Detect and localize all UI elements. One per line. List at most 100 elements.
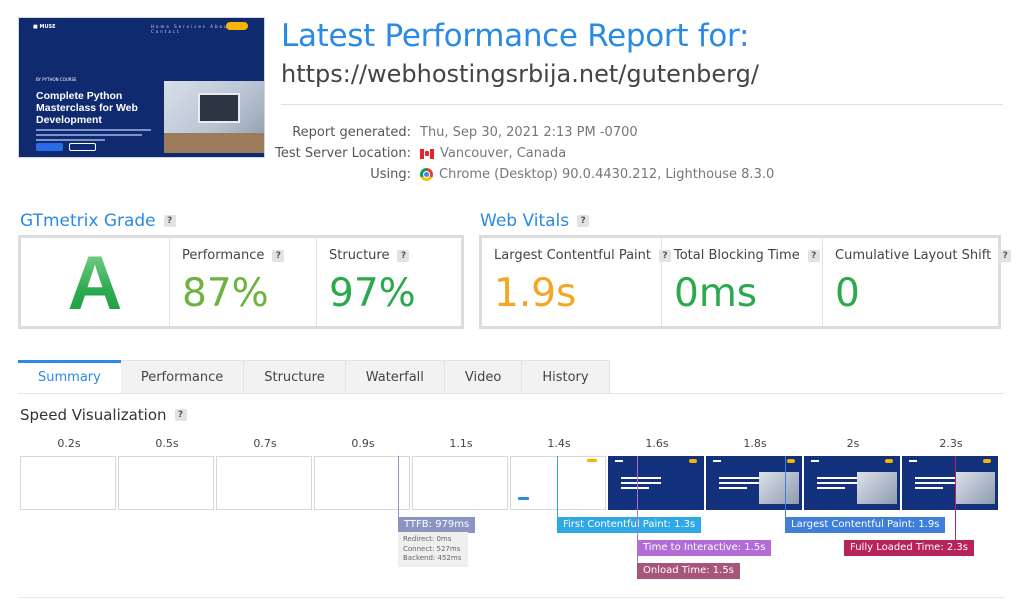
filmstrip-frame[interactable] [902, 456, 998, 510]
help-icon[interactable]: ? [577, 215, 590, 227]
tab-history[interactable]: History [522, 360, 610, 394]
lcp-cell: Largest Contentful Paint? 1.9s [482, 238, 672, 326]
thumbnail-cta-pill [226, 22, 248, 30]
tab-video[interactable]: Video [444, 360, 523, 394]
onload-tag[interactable]: Onload Time: 1.5s [637, 563, 740, 579]
ttfb-breakdown: Redirect: 0ms Connect: 527ms Backend: 45… [398, 532, 468, 567]
time-label: 1.8s [743, 437, 767, 450]
time-label: 2s [846, 437, 860, 450]
grade-letter: A [21, 240, 169, 327]
location-value: Vancouver, Canada [440, 146, 567, 161]
bottom-divider [18, 597, 1004, 598]
web-vitals-box: Largest Contentful Paint? 1.9s Total Blo… [479, 235, 1012, 329]
thumbnail-nav: ■ MUSE Home Services About Contact [19, 18, 264, 34]
location-label: Test Server Location: [275, 146, 411, 161]
header-divider [281, 104, 1003, 105]
generated-value: Thu, Sep 30, 2021 2:13 PM -0700 [420, 125, 638, 140]
performance-label: Performance [182, 248, 265, 263]
generated-label: Report generated: [292, 125, 411, 140]
thumbnail-eyebrow: BY PYTHON COURSE [36, 77, 77, 82]
ttfb-marker-line [398, 456, 399, 518]
tab-structure[interactable]: Structure [244, 360, 346, 394]
using-value: Chrome (Desktop) 90.0.4430.212, Lighthou… [439, 167, 775, 182]
cls-cell: Cumulative Layout Shift? 0 [822, 238, 1012, 326]
filmstrip-frame[interactable] [216, 456, 312, 510]
canada-flag-icon [420, 148, 434, 159]
tti-marker-line [637, 456, 638, 578]
performance-value: 87% [182, 271, 269, 316]
time-label: 1.6s [645, 437, 669, 450]
time-label: 1.4s [547, 437, 571, 450]
speed-visualization-heading: Speed Visualization ? [20, 406, 187, 424]
time-label: 2.3s [939, 437, 963, 450]
report-title: Latest Performance Report for: [281, 18, 750, 54]
help-icon[interactable]: ? [174, 409, 187, 421]
site-screenshot-thumbnail: ■ MUSE Home Services About Contact BY PY… [18, 17, 265, 158]
thumbnail-secondary-button [69, 143, 96, 151]
speed-visualization-title: Speed Visualization [20, 406, 167, 424]
grade-cell: A [21, 238, 169, 326]
tab-performance[interactable]: Performance [120, 360, 245, 394]
tab-summary[interactable]: Summary [18, 360, 121, 394]
tbt-value: 0ms [674, 271, 758, 316]
tab-waterfall[interactable]: Waterfall [345, 360, 445, 394]
tbt-label: Total Blocking Time [674, 248, 800, 263]
thumbnail-primary-button [36, 143, 63, 151]
time-label: 0.7s [253, 437, 277, 450]
thumbnail-body-text [36, 129, 151, 144]
fcp-tag[interactable]: First Contentful Paint: 1.3s [557, 517, 702, 533]
time-label: 1.1s [449, 437, 473, 450]
thumbnail-headline: Complete Python Masterclass for Web Deve… [36, 90, 138, 126]
performance-cell: Performance? 87% [169, 238, 316, 326]
report-url[interactable]: https://webhostingsrbija.net/gutenberg/ [281, 60, 759, 88]
gtmetrix-grade-heading: GTmetrix Grade ? [20, 211, 176, 231]
help-icon[interactable]: ? [272, 249, 285, 262]
thumbnail-logo: ■ MUSE [33, 24, 56, 30]
structure-label: Structure [329, 248, 390, 263]
thumbnail-monitor [198, 93, 240, 123]
cls-label: Cumulative Layout Shift [835, 248, 992, 263]
fully-loaded-marker-line [955, 456, 956, 541]
tbt-cell: Total Blocking Time? 0ms [661, 238, 822, 326]
chrome-icon [420, 168, 433, 181]
filmstrip-frame[interactable] [20, 456, 116, 510]
filmstrip-frame[interactable] [608, 456, 704, 510]
gtmetrix-grade-box: A Performance? 87% Structure? 97% [18, 235, 464, 329]
lcp-value: 1.9s [494, 271, 577, 316]
filmstrip-frame[interactable] [706, 456, 802, 510]
report-meta-labels: Report generated: Test Server Location: … [240, 122, 411, 185]
filmstrip-frame[interactable] [314, 456, 410, 510]
using-label: Using: [370, 167, 411, 182]
fcp-marker-line [557, 456, 558, 518]
help-icon[interactable]: ? [999, 249, 1012, 262]
gtmetrix-grade-title: GTmetrix Grade [20, 211, 156, 231]
web-vitals-title: Web Vitals [480, 211, 570, 231]
tab-divider [18, 393, 1004, 394]
tti-tag[interactable]: Time to Interactive: 1.5s [637, 540, 772, 556]
lcp-marker-line [785, 456, 786, 518]
ttfb-backend: Backend: 452ms [403, 554, 462, 562]
report-meta-values: Thu, Sep 30, 2021 2:13 PM -0700 Vancouve… [420, 122, 774, 185]
help-icon[interactable]: ? [807, 249, 820, 262]
help-icon[interactable]: ? [163, 215, 176, 227]
ttfb-tag[interactable]: TTFB: 979ms [398, 517, 476, 533]
cls-value: 0 [835, 271, 860, 316]
filmstrip-frame[interactable] [412, 456, 508, 510]
time-label: 0.2s [57, 437, 81, 450]
ttfb-connect: Connect: 527ms [403, 544, 461, 553]
structure-value: 97% [329, 271, 416, 316]
report-tabs: Summary Performance Structure Waterfall … [18, 360, 610, 394]
time-label: 0.9s [351, 437, 375, 450]
help-icon[interactable]: ? [397, 249, 410, 262]
ttfb-redirect: Redirect: 0ms [403, 535, 452, 543]
filmstrip-frame[interactable] [118, 456, 214, 510]
first-paint-element [518, 497, 529, 500]
filmstrip-frame[interactable] [804, 456, 900, 510]
web-vitals-heading: Web Vitals ? [480, 211, 590, 231]
structure-cell: Structure? 97% [316, 238, 461, 326]
fully-loaded-tag[interactable]: Fully Loaded Time: 2.3s [844, 540, 974, 556]
lcp-label: Largest Contentful Paint [494, 248, 652, 263]
lcp-tag[interactable]: Largest Contentful Paint: 1.9s [785, 517, 946, 533]
filmstrip-frame[interactable] [510, 456, 606, 510]
first-paint-pill [587, 459, 597, 462]
